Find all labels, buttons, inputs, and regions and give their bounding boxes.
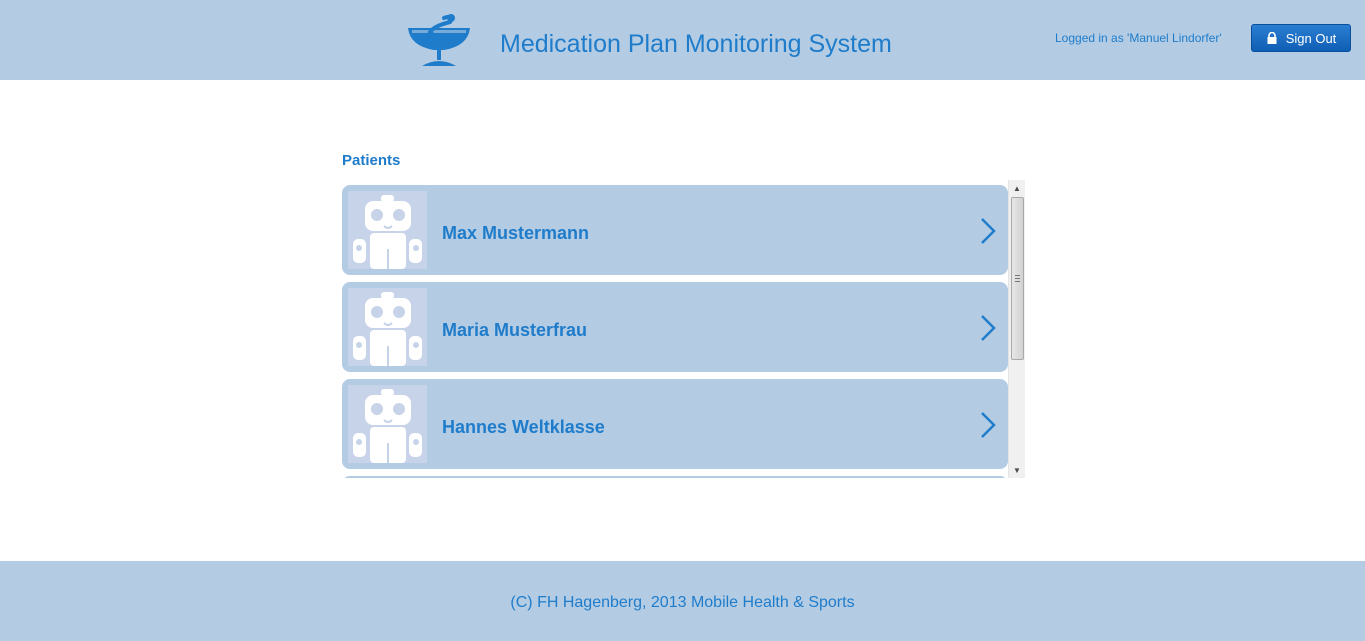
- patient-list-item[interactable]: Hannes Weltklasse: [342, 379, 1008, 469]
- patient-name: Hannes Weltklasse: [442, 417, 605, 437]
- scroll-down-arrow-icon[interactable]: ▼: [1009, 462, 1025, 478]
- caduceus-icon: [404, 12, 474, 68]
- sign-out-button[interactable]: Sign Out: [1251, 24, 1351, 52]
- grip-icon: [1015, 275, 1020, 282]
- header: Medication Plan Monitoring System Logged…: [0, 0, 1365, 80]
- robot-avatar-icon: [348, 385, 427, 463]
- patient-name: Maria Musterfrau: [442, 320, 588, 340]
- scroll-thumb[interactable]: [1011, 197, 1024, 360]
- chevron-right-icon: [978, 411, 998, 439]
- patient-list-item[interactable]: Max Mustermann: [342, 185, 1008, 275]
- section-title: Patients: [342, 152, 401, 169]
- robot-avatar-icon: [348, 288, 427, 366]
- chevron-right-icon: [978, 217, 998, 245]
- footer: (C) FH Hagenberg, 2013 Mobile Health & S…: [0, 561, 1365, 641]
- sign-out-label: Sign Out: [1285, 30, 1337, 46]
- scroll-up-arrow-icon[interactable]: ▲: [1009, 180, 1025, 196]
- app-title: Medication Plan Monitoring System: [500, 30, 892, 58]
- patient-list-item[interactable]: Maria Musterfrau: [342, 282, 1008, 372]
- patient-list-item-partial[interactable]: [342, 476, 1008, 478]
- patient-list[interactable]: Max Mustermann Maria Musterfrau Hannes W…: [342, 180, 1008, 478]
- patient-name: Max Mustermann: [442, 223, 590, 243]
- logged-in-user: Logged in as 'Manuel Lindorfer': [1055, 31, 1222, 45]
- robot-avatar-icon: [348, 191, 427, 269]
- footer-copyright: (C) FH Hagenberg, 2013 Mobile Health & S…: [510, 594, 855, 611]
- list-scrollbar[interactable]: ▲ ▼: [1008, 180, 1025, 478]
- chevron-right-icon: [978, 314, 998, 342]
- lock-icon: [1266, 31, 1278, 44]
